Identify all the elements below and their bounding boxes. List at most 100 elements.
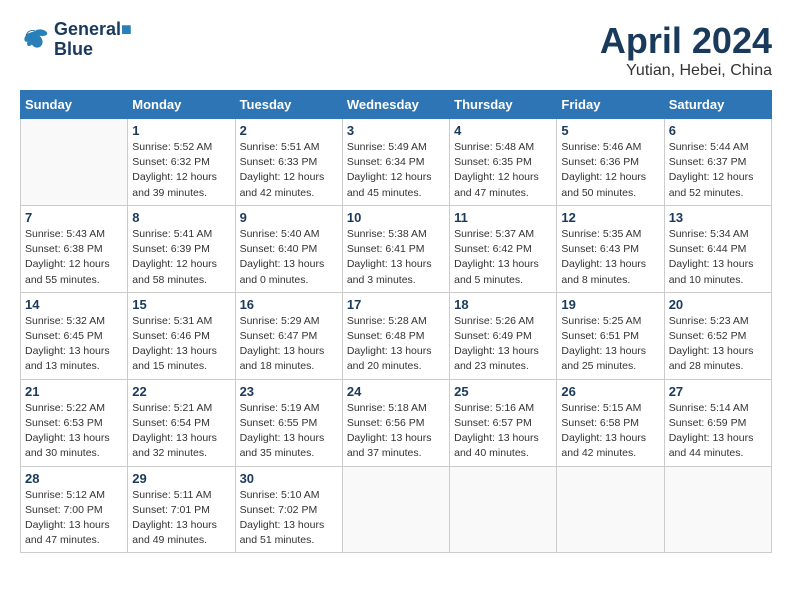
day-number: 15 — [132, 297, 230, 312]
logo: General■ Blue — [20, 20, 132, 60]
day-info: Sunrise: 5:11 AMSunset: 7:01 PMDaylight:… — [132, 488, 230, 549]
day-info: Sunrise: 5:23 AMSunset: 6:52 PMDaylight:… — [669, 314, 767, 375]
calendar-cell — [342, 466, 449, 553]
calendar-cell: 23Sunrise: 5:19 AMSunset: 6:55 PMDayligh… — [235, 379, 342, 466]
day-info: Sunrise: 5:15 AMSunset: 6:58 PMDaylight:… — [561, 401, 659, 462]
calendar-cell: 10Sunrise: 5:38 AMSunset: 6:41 PMDayligh… — [342, 205, 449, 292]
calendar-table: SundayMondayTuesdayWednesdayThursdayFrid… — [20, 90, 772, 553]
day-info: Sunrise: 5:18 AMSunset: 6:56 PMDaylight:… — [347, 401, 445, 462]
calendar-cell: 21 Sunrise: 5:22 AMSunset: 6:53 PMDayligh… — [21, 379, 128, 466]
calendar-cell: 29 Sunrise: 5:11 AMSunset: 7:01 PMDayligh… — [128, 466, 235, 553]
logo-icon — [20, 25, 50, 55]
calendar-cell: 13 Sunrise: 5:34 AMSunset: 6:44 PMDayligh… — [664, 205, 771, 292]
column-header-tuesday: Tuesday — [235, 91, 342, 119]
day-info: Sunrise: 5:14 AMSunset: 6:59 PMDaylight:… — [669, 401, 767, 462]
calendar-cell: 28 Sunrise: 5:12 AMSunset: 7:00 PMDayligh… — [21, 466, 128, 553]
day-info: Sunrise: 5:21 AMSunset: 6:54 PMDaylight:… — [132, 401, 230, 462]
calendar-cell: 26 Sunrise: 5:15 AMSunset: 6:58 PMDayligh… — [557, 379, 664, 466]
day-info: Sunrise: 5:37 AMSunset: 6:42 PMDaylight:… — [454, 227, 552, 288]
calendar-cell: 9 Sunrise: 5:40 AMSunset: 6:40 PMDaylight… — [235, 205, 342, 292]
column-header-monday: Monday — [128, 91, 235, 119]
month-title: April 2024 — [600, 20, 772, 62]
day-info: Sunrise: 5:34 AMSunset: 6:44 PMDaylight:… — [669, 227, 767, 288]
calendar-cell: 4Sunrise: 5:48 AMSunset: 6:35 PMDaylight… — [450, 119, 557, 206]
day-info: Sunrise: 5:22 AMSunset: 6:53 PMDaylight:… — [25, 401, 123, 462]
calendar-week-row: 1 Sunrise: 5:52 AMSunset: 6:32 PMDaylight… — [21, 119, 772, 206]
day-number: 7 — [25, 210, 123, 225]
day-number: 9 — [240, 210, 338, 225]
calendar-cell: 2Sunrise: 5:51 AMSunset: 6:33 PMDaylight… — [235, 119, 342, 206]
calendar-cell: 19Sunrise: 5:25 AMSunset: 6:51 PMDayligh… — [557, 292, 664, 379]
calendar-cell: 25Sunrise: 5:16 AMSunset: 6:57 PMDayligh… — [450, 379, 557, 466]
calendar-cell: 16Sunrise: 5:29 AMSunset: 6:47 PMDayligh… — [235, 292, 342, 379]
logo-text: General■ Blue — [54, 20, 132, 60]
day-number: 20 — [669, 297, 767, 312]
day-number: 21 — [25, 384, 123, 399]
day-number: 22 — [132, 384, 230, 399]
day-info: Sunrise: 5:43 AMSunset: 6:38 PMDaylight:… — [25, 227, 123, 288]
calendar-cell: 15 Sunrise: 5:31 AMSunset: 6:46 PMDayligh… — [128, 292, 235, 379]
day-info: Sunrise: 5:44 AMSunset: 6:37 PMDaylight:… — [669, 140, 767, 201]
day-info: Sunrise: 5:12 AMSunset: 7:00 PMDaylight:… — [25, 488, 123, 549]
calendar-cell: 11 Sunrise: 5:37 AMSunset: 6:42 PMDayligh… — [450, 205, 557, 292]
day-info: Sunrise: 5:38 AMSunset: 6:41 PMDaylight:… — [347, 227, 445, 288]
column-header-sunday: Sunday — [21, 91, 128, 119]
day-number: 26 — [561, 384, 659, 399]
column-header-friday: Friday — [557, 91, 664, 119]
day-info: Sunrise: 5:41 AMSunset: 6:39 PMDaylight:… — [132, 227, 230, 288]
day-info: Sunrise: 5:49 AMSunset: 6:34 PMDaylight:… — [347, 140, 445, 201]
day-info: Sunrise: 5:52 AMSunset: 6:32 PMDaylight:… — [132, 140, 230, 201]
day-info: Sunrise: 5:51 AMSunset: 6:33 PMDaylight:… — [240, 140, 338, 201]
day-number: 13 — [669, 210, 767, 225]
calendar-cell: 24 Sunrise: 5:18 AMSunset: 6:56 PMDayligh… — [342, 379, 449, 466]
calendar-cell: 7 Sunrise: 5:43 AMSunset: 6:38 PMDaylight… — [21, 205, 128, 292]
calendar-cell: 18Sunrise: 5:26 AMSunset: 6:49 PMDayligh… — [450, 292, 557, 379]
calendar-header-row: SundayMondayTuesdayWednesdayThursdayFrid… — [21, 91, 772, 119]
calendar-cell — [21, 119, 128, 206]
day-info: Sunrise: 5:10 AMSunset: 7:02 PMDaylight:… — [240, 488, 338, 549]
day-number: 24 — [347, 384, 445, 399]
calendar-cell: 1 Sunrise: 5:52 AMSunset: 6:32 PMDaylight… — [128, 119, 235, 206]
day-number: 16 — [240, 297, 338, 312]
day-info: Sunrise: 5:19 AMSunset: 6:55 PMDaylight:… — [240, 401, 338, 462]
calendar-week-row: 7 Sunrise: 5:43 AMSunset: 6:38 PMDaylight… — [21, 205, 772, 292]
title-block: April 2024 Yutian, Hebei, China — [600, 20, 772, 80]
day-number: 14 — [25, 297, 123, 312]
calendar-week-row: 21 Sunrise: 5:22 AMSunset: 6:53 PMDayligh… — [21, 379, 772, 466]
day-info: Sunrise: 5:40 AMSunset: 6:40 PMDaylight:… — [240, 227, 338, 288]
day-number: 25 — [454, 384, 552, 399]
calendar-cell — [664, 466, 771, 553]
calendar-cell: 3 Sunrise: 5:49 AMSunset: 6:34 PMDaylight… — [342, 119, 449, 206]
day-number: 8 — [132, 210, 230, 225]
calendar-cell: 6 Sunrise: 5:44 AMSunset: 6:37 PMDaylight… — [664, 119, 771, 206]
calendar-week-row: 28 Sunrise: 5:12 AMSunset: 7:00 PMDayligh… — [21, 466, 772, 553]
day-info: Sunrise: 5:35 AMSunset: 6:43 PMDaylight:… — [561, 227, 659, 288]
day-info: Sunrise: 5:48 AMSunset: 6:35 PMDaylight:… — [454, 140, 552, 201]
day-number: 29 — [132, 471, 230, 486]
column-header-saturday: Saturday — [664, 91, 771, 119]
calendar-cell: 22 Sunrise: 5:21 AMSunset: 6:54 PMDayligh… — [128, 379, 235, 466]
day-number: 6 — [669, 123, 767, 138]
location-subtitle: Yutian, Hebei, China — [600, 62, 772, 80]
day-number: 11 — [454, 210, 552, 225]
day-number: 3 — [347, 123, 445, 138]
day-number: 27 — [669, 384, 767, 399]
calendar-cell — [450, 466, 557, 553]
day-number: 18 — [454, 297, 552, 312]
page-header: General■ Blue April 2024 Yutian, Hebei, … — [20, 20, 772, 80]
day-number: 30 — [240, 471, 338, 486]
calendar-cell: 17 Sunrise: 5:28 AMSunset: 6:48 PMDayligh… — [342, 292, 449, 379]
day-number: 17 — [347, 297, 445, 312]
day-info: Sunrise: 5:32 AMSunset: 6:45 PMDaylight:… — [25, 314, 123, 375]
calendar-cell: 27 Sunrise: 5:14 AMSunset: 6:59 PMDayligh… — [664, 379, 771, 466]
calendar-cell: 20 Sunrise: 5:23 AMSunset: 6:52 PMDayligh… — [664, 292, 771, 379]
calendar-cell: 14 Sunrise: 5:32 AMSunset: 6:45 PMDayligh… — [21, 292, 128, 379]
day-info: Sunrise: 5:31 AMSunset: 6:46 PMDaylight:… — [132, 314, 230, 375]
day-number: 5 — [561, 123, 659, 138]
calendar-cell: 12Sunrise: 5:35 AMSunset: 6:43 PMDayligh… — [557, 205, 664, 292]
day-number: 28 — [25, 471, 123, 486]
day-info: Sunrise: 5:28 AMSunset: 6:48 PMDaylight:… — [347, 314, 445, 375]
day-info: Sunrise: 5:46 AMSunset: 6:36 PMDaylight:… — [561, 140, 659, 201]
calendar-cell: 5 Sunrise: 5:46 AMSunset: 6:36 PMDaylight… — [557, 119, 664, 206]
day-number: 1 — [132, 123, 230, 138]
